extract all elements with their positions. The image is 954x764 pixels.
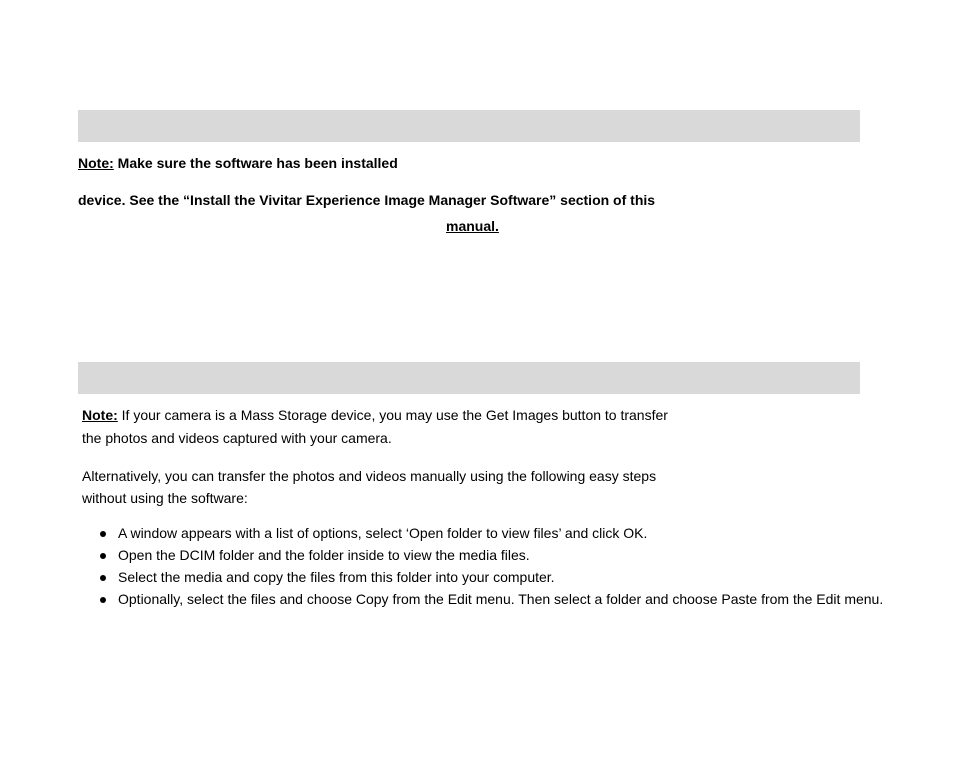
note1-manual: manual. [446,218,499,234]
bullet-text-1: Open the DCIM folder and the folder insi… [118,547,530,563]
bullet-text-3: Optionally, select the files and choose … [118,591,883,607]
note1-line3: manual. [446,218,499,234]
note2-line2: the photos and videos captured with your… [82,430,392,446]
note2-line3: Alternatively, you can transfer the phot… [82,468,656,484]
bullet-text-2: Select the media and copy the files from… [118,569,555,585]
note2-line1-rest: If your camera is a Mass Storage device,… [118,407,668,423]
banner-2 [78,362,860,394]
bullet-dot [100,597,106,603]
bullet-dot [100,575,106,581]
banner-1 [78,110,860,142]
note1-line2: device. See the “Install the Vivitar Exp… [78,192,655,208]
document-page: Note: Make sure the software has been in… [0,0,954,764]
note1-line1-rest: Make sure the software has been installe… [114,155,398,171]
bullet-dot [100,553,106,559]
note2-line4: without using the software: [82,490,248,506]
note2-line1: Note: If your camera is a Mass Storage d… [82,407,668,423]
bullet-text-0: A window appears with a list of options,… [118,525,647,541]
note1-prefix: Note: [78,155,114,171]
note2-prefix: Note: [82,407,118,423]
bullet-dot [100,531,106,537]
note1-line1: Note: Make sure the software has been in… [78,155,398,171]
